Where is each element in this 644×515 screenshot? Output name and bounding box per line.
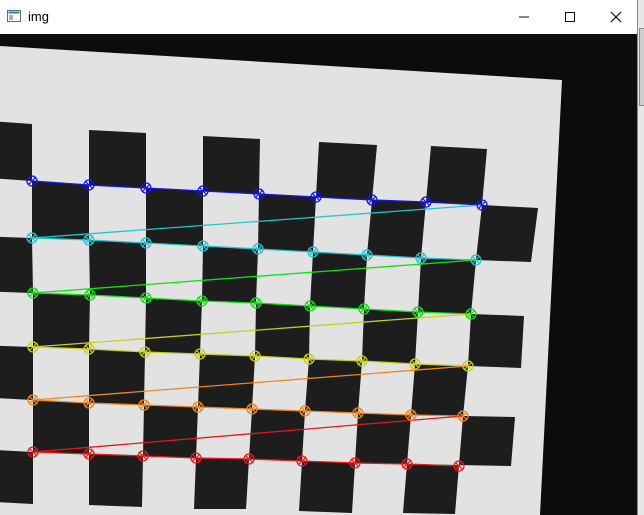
checker-square: [89, 130, 146, 188]
window-title: img: [28, 9, 49, 24]
checker-square: [255, 303, 310, 359]
app-window-icon: [7, 10, 21, 22]
checker-square: [0, 121, 32, 181]
checker-square: [89, 240, 146, 298]
checker-square: [249, 409, 305, 461]
checker-square: [89, 349, 145, 405]
adjacent-window-edge: [637, 0, 644, 515]
checker-square: [367, 200, 426, 258]
scrollbar-thumb[interactable]: [639, 28, 644, 106]
checker-square: [316, 142, 377, 200]
checker-square: [362, 309, 418, 364]
minimize-button[interactable]: [501, 0, 547, 34]
checker-square: [310, 252, 367, 309]
close-button[interactable]: [593, 0, 639, 34]
checker-square: [258, 194, 316, 252]
checker-square: [418, 258, 476, 314]
minimize-icon: [519, 16, 529, 18]
checker-square: [32, 181, 89, 240]
checker-square: [33, 293, 90, 349]
checker-square: [459, 416, 515, 466]
checker-square: [305, 359, 362, 413]
checker-square: [194, 458, 249, 509]
maximize-icon: [565, 12, 575, 22]
checker-square: [0, 236, 33, 293]
checker-square: [0, 450, 33, 504]
checker-square: [299, 461, 355, 513]
close-icon: [610, 11, 622, 23]
checker-square: [0, 345, 33, 400]
image-window: img: [0, 0, 637, 515]
checker-square: [468, 314, 524, 368]
checker-square: [146, 188, 203, 246]
checker-square: [203, 136, 260, 194]
checker-square: [198, 354, 255, 409]
checker-square: [145, 298, 202, 354]
image-viewport: [0, 34, 637, 515]
checker-square: [476, 205, 538, 262]
chessboard-image: [0, 46, 562, 515]
checker-square: [33, 400, 89, 454]
checker-square: [426, 146, 487, 205]
checker-square: [403, 464, 459, 514]
checker-square: [411, 364, 468, 416]
title-bar[interactable]: img: [0, 0, 637, 34]
checker-square: [143, 405, 198, 458]
checker-square: [202, 246, 258, 303]
maximize-button[interactable]: [547, 0, 593, 34]
checker-square: [89, 454, 143, 507]
